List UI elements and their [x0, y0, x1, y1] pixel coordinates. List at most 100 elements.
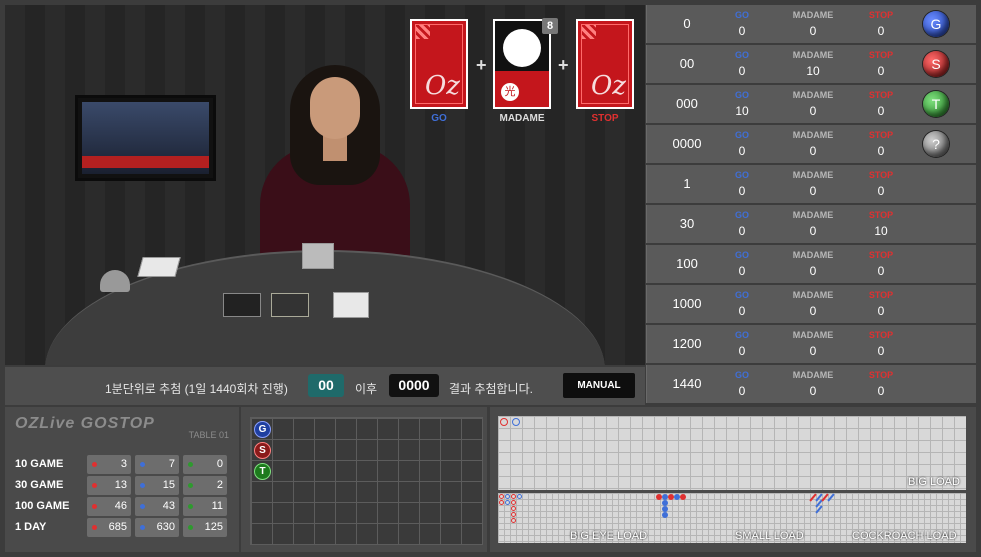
results-row: 1440 GO 0 MADAME 0 STOP 0	[646, 365, 976, 403]
after-text: 이후	[355, 382, 378, 396]
madame-column: MADAME 0	[778, 5, 848, 43]
results-table: 0 GO 0 MADAME 0 STOP 0 G 00 GO 0 MADAME 10 STOP 0 S 000 G…	[646, 5, 976, 405]
live-video: Oz GO + 光 8 MADAME + Oz STOP	[5, 5, 645, 365]
tv-banner	[82, 156, 209, 168]
big-eye-mark	[499, 500, 504, 505]
madame-value: 0	[809, 24, 817, 38]
results-row: 1200 GO 0 MADAME 0 STOP 0	[646, 325, 976, 363]
big-eye-mark	[511, 518, 516, 523]
go-column: GO 0	[707, 325, 777, 363]
stats-row: 30 GAME 13 15 2	[15, 476, 233, 496]
results-row: 000 GO 10 MADAME 0 STOP 0 T	[646, 85, 976, 123]
stop-header: STOP	[868, 50, 894, 60]
tie-count: 2	[183, 476, 227, 495]
madame-header: MADAME	[792, 10, 834, 20]
madame-column: MADAME 0	[778, 245, 848, 283]
madame-column: MADAME 0	[778, 325, 848, 363]
stats-row-label: 100 GAME	[15, 500, 70, 512]
stop-column: STOP 0	[846, 245, 916, 283]
plus-icon: +	[558, 55, 569, 75]
big-eye-mark	[511, 500, 516, 505]
madame-value: 0	[809, 184, 817, 198]
small-road-mark	[662, 512, 668, 518]
sun-icon	[503, 29, 541, 67]
results-row: 1000 GO 0 MADAME 0 STOP 0	[646, 285, 976, 323]
madame-value: 0	[809, 384, 817, 398]
go-value: 0	[738, 384, 746, 398]
stop-label: STOP	[591, 113, 619, 124]
madame-column: MADAME 0	[778, 205, 848, 243]
stop-value: 0	[877, 64, 885, 78]
stop-header: STOP	[868, 170, 894, 180]
madame-header: MADAME	[792, 50, 834, 60]
results-row: 0000 GO 0 MADAME 0 STOP 0?	[646, 125, 976, 163]
table-card-face	[333, 292, 369, 318]
big-road-label: BIG LOAD	[908, 476, 960, 488]
next-round: 0000	[389, 374, 439, 397]
small-road-mark	[680, 494, 686, 500]
madame-header: MADAME	[792, 130, 834, 140]
cockroach-road-label: COCKROACH LOAD	[852, 530, 957, 542]
stop-value: 0	[877, 264, 885, 278]
big-road-mark	[512, 418, 520, 426]
results-row: 1 GO 0 MADAME 0 STOP 0	[646, 165, 976, 203]
table-card	[137, 257, 181, 277]
go-column: GO 0	[707, 165, 777, 203]
studio-tv	[75, 95, 216, 181]
big-eye-mark	[517, 494, 522, 499]
madame-column: MADAME 0	[778, 285, 848, 323]
manual-button[interactable]: MANUAL	[563, 373, 635, 398]
go-value: 0	[738, 344, 746, 358]
result-grid: G S T	[250, 417, 483, 545]
go-header: GO	[734, 290, 749, 300]
stop-header: STOP	[868, 210, 894, 220]
madame-value: 0	[809, 344, 817, 358]
go-column: GO 0	[707, 5, 777, 43]
big-eye-road-label: BIG EYE LOAD	[570, 530, 648, 542]
draw-info-text: 1분단위로 추첨 (1일 1440회차 진행)	[105, 382, 288, 396]
madame-value: 0	[809, 304, 817, 318]
madame-header: MADAME	[792, 170, 834, 180]
stop-column: STOP 0	[846, 5, 916, 43]
stop-column: STOP 0	[846, 325, 916, 363]
dealer-card-stack	[302, 243, 334, 269]
stop-column: STOP 0	[846, 165, 916, 203]
stop-header: STOP	[868, 10, 894, 20]
go-column: GO 0	[707, 205, 777, 243]
go-count: 7	[135, 455, 179, 474]
go-header: GO	[734, 330, 749, 340]
big-eye-mark	[499, 494, 504, 499]
stop-value: 0	[877, 24, 885, 38]
stop-column: STOP 0	[846, 45, 916, 83]
madame-column: MADAME 0	[778, 365, 848, 403]
madame-value: 0	[809, 144, 817, 158]
go-header: GO	[734, 90, 749, 100]
madame-count-badge: 8	[542, 18, 558, 34]
current-round: 00	[308, 374, 344, 397]
stop-column: STOP 0	[846, 285, 916, 323]
go-header: GO	[734, 10, 749, 20]
stop-card: Oz	[576, 19, 634, 109]
go-header: GO	[734, 250, 749, 260]
big-eye-mark	[511, 512, 516, 517]
go-value: 0	[738, 264, 746, 278]
stop-column: STOP 0	[846, 85, 916, 123]
stop-value: 0	[877, 344, 885, 358]
small-road-label: SMALL LOAD	[735, 530, 804, 542]
stats-row: 10 GAME 3 7 0	[15, 455, 233, 475]
result-grid-panel: G S T	[241, 407, 487, 552]
stop-count: 13	[87, 476, 131, 495]
card-logo: Oz	[590, 71, 626, 101]
stop-count: 685	[87, 518, 131, 537]
stats-row: 1 DAY 685 630 125	[15, 518, 233, 538]
go-card: Oz	[410, 19, 468, 109]
dealer-face	[310, 77, 360, 139]
brand-logo: OZLive GOSTOP	[15, 415, 155, 432]
table-number: TABLE 01	[188, 430, 229, 440]
draw-info-bar: 1분단위로 추첨 (1일 1440회차 진행) 00 이후 0000 결과 추첨…	[5, 367, 645, 405]
big-eye-mark	[511, 506, 516, 511]
madame-column: MADAME 0	[778, 125, 848, 163]
go-header: GO	[734, 50, 749, 60]
madame-value: 0	[809, 104, 817, 118]
stop-header: STOP	[868, 290, 894, 300]
